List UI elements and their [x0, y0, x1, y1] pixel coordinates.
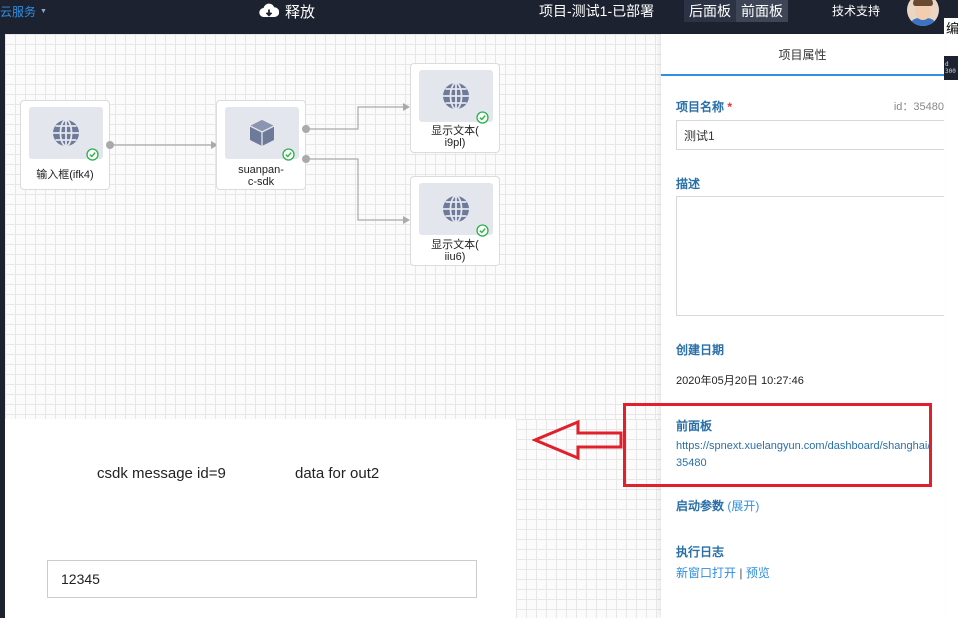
cloud-service-menu[interactable]: 云服务 ▼	[0, 0, 47, 22]
project-name-label: 项目名称 *	[676, 100, 733, 114]
expand-link[interactable]: (展开)	[727, 499, 759, 513]
project-id: id：35480	[893, 101, 944, 113]
front-panel-preview: csdk message id=9 data for out2	[5, 419, 516, 618]
created-date-label: 创建日期	[676, 343, 725, 357]
message-text-left: csdk message id=9	[97, 465, 226, 482]
node-label-line2: i9pl)	[444, 137, 466, 149]
description-label: 描述	[676, 177, 701, 191]
node-input-box[interactable]: 输入框(ifk4)	[20, 100, 110, 190]
globe-icon	[443, 195, 469, 223]
node-label-line1: 显示文本(	[431, 239, 479, 251]
startup-params-label: 启动参数 (展开)	[676, 499, 760, 513]
panel-tabs: 后面板 前面板	[684, 0, 788, 22]
release-label: 释放	[285, 3, 316, 21]
project-name-input[interactable]	[676, 120, 944, 150]
tab-front-panel[interactable]: 前面板	[736, 0, 788, 22]
release-button[interactable]: 释放	[259, 0, 315, 22]
node-label-line2: iiu6)	[444, 251, 466, 263]
node-label-line1: suanpan-	[238, 164, 284, 176]
flow-canvas[interactable]: 输入框(ifk4) suanpan- c-sdk 显示文本( i9pl) 显示文…	[5, 34, 661, 419]
node-display-text-iiu6[interactable]: 显示文本( iiu6)	[410, 176, 500, 266]
user-avatar[interactable]	[907, 0, 939, 26]
node-label: 输入框(ifk4)	[36, 169, 94, 181]
node-suanpan-sdk[interactable]: suanpan- c-sdk	[216, 100, 306, 190]
output-port[interactable]	[302, 125, 310, 133]
link-separator: |	[739, 566, 743, 580]
open-new-window-link[interactable]: 新窗口打开	[676, 566, 736, 580]
project-title: 项目-测试1-已部署	[539, 3, 655, 19]
output-port[interactable]	[106, 141, 114, 149]
message-text-right: data for out2	[295, 465, 380, 482]
node-display-text-i9pl[interactable]: 显示文本( i9pl)	[410, 63, 500, 153]
created-date-value: 2020年05月20日 10:27:46	[676, 375, 804, 387]
node-label-line2: c-sdk	[247, 176, 275, 188]
check-circle-icon	[86, 148, 99, 161]
node-label-line1: 显示文本(	[431, 125, 479, 137]
highlight-box	[623, 403, 932, 487]
edge-mini-text: d 300	[945, 61, 956, 75]
description-textarea[interactable]	[676, 196, 944, 316]
output-port[interactable]	[302, 155, 310, 163]
preview-link[interactable]: 预览	[746, 566, 770, 580]
connection-lines	[110, 103, 410, 224]
properties-tab[interactable]: 项目属性	[661, 34, 944, 76]
top-bar: 云服务 ▼ 释放 项目-测试1-已部署 后面板 前面板 技术支持	[0, 0, 958, 34]
project-properties-panel: 项目属性 项目名称 * id：35480 描述 创建日期 2020年05月20日…	[661, 34, 944, 618]
caret-down-icon: ▼	[40, 7, 47, 15]
cloud-download-icon	[259, 3, 279, 18]
tab-back-panel[interactable]: 后面板	[684, 0, 736, 22]
edge-label: 编	[946, 21, 958, 36]
globe-icon	[53, 119, 79, 147]
value-input[interactable]	[47, 560, 477, 598]
check-circle-icon	[476, 224, 489, 237]
tech-support-link[interactable]: 技术支持	[832, 0, 880, 20]
arrow-left-icon	[532, 419, 623, 461]
check-circle-icon	[282, 148, 295, 161]
required-mark: *	[727, 100, 733, 114]
execution-log-links: 新窗口打开 | 预览	[676, 564, 770, 581]
globe-icon	[443, 82, 469, 110]
edge-panel-fragment: 编 d 300	[944, 18, 958, 80]
execution-log-label: 执行日志	[676, 545, 725, 559]
cube-icon	[249, 120, 275, 146]
check-circle-icon	[476, 111, 489, 124]
cloud-service-label: 云服务	[0, 4, 37, 19]
